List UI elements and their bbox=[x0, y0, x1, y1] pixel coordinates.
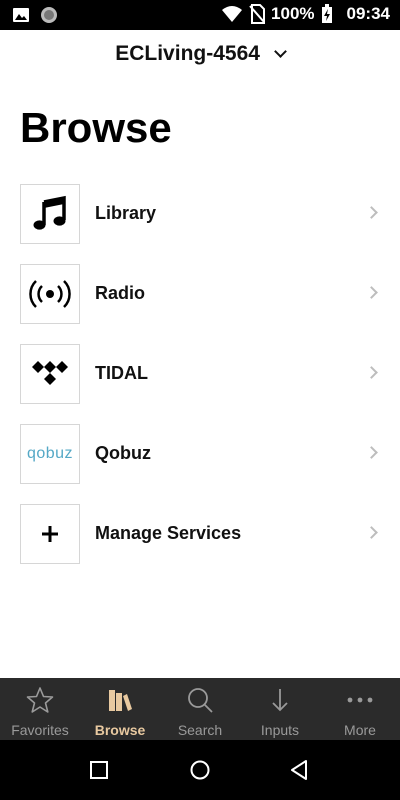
chevron-right-icon bbox=[365, 446, 378, 459]
search-icon bbox=[188, 688, 213, 713]
list-item-radio[interactable]: Radio bbox=[0, 264, 400, 324]
chevron-right-icon bbox=[365, 286, 378, 299]
tidal-logo-icon bbox=[32, 361, 68, 385]
radio-tile bbox=[20, 264, 80, 324]
tab-more[interactable]: More bbox=[320, 678, 400, 740]
books-icon bbox=[109, 690, 132, 711]
plus-icon bbox=[42, 526, 58, 542]
circle-notification-icon bbox=[41, 7, 57, 23]
recents-button[interactable] bbox=[87, 758, 111, 782]
tab-search[interactable]: Search bbox=[160, 678, 240, 740]
status-bar: 100% 09:34 bbox=[0, 0, 400, 30]
battery-charging-icon bbox=[321, 4, 332, 23]
more-dots-icon bbox=[347, 697, 373, 703]
radio-broadcast-icon bbox=[29, 280, 71, 308]
list-item-qobuz[interactable]: qobuz Qobuz bbox=[0, 424, 400, 484]
music-note-icon bbox=[33, 195, 66, 230]
library-tile bbox=[20, 184, 80, 244]
list-item-label: Qobuz bbox=[95, 443, 151, 463]
system-nav-bar bbox=[0, 740, 400, 800]
home-button[interactable] bbox=[188, 758, 212, 782]
list-item-label: TIDAL bbox=[95, 363, 148, 383]
manage-services-tile bbox=[20, 504, 80, 564]
wifi-icon bbox=[222, 6, 243, 22]
image-notification-icon bbox=[13, 8, 29, 22]
chevron-down-icon bbox=[273, 45, 287, 58]
back-button[interactable] bbox=[288, 758, 312, 782]
clock: 09:34 bbox=[346, 4, 390, 23]
tab-label: Inputs bbox=[260, 722, 300, 738]
arrow-down-icon bbox=[272, 689, 288, 712]
tab-label: More bbox=[344, 722, 376, 738]
list-item-label: Radio bbox=[95, 283, 146, 303]
list-item-label: Manage Services bbox=[95, 523, 242, 543]
device-selector[interactable]: ECLiving-4564 bbox=[0, 42, 400, 66]
no-sim-icon bbox=[249, 4, 266, 24]
list-item-manage-services[interactable]: Manage Services bbox=[0, 504, 400, 564]
star-icon bbox=[26, 687, 54, 713]
tab-favorites[interactable]: Favorites bbox=[0, 678, 80, 740]
list-item-library[interactable]: Library bbox=[0, 184, 400, 244]
list-item-tidal[interactable]: TIDAL bbox=[0, 344, 400, 404]
chevron-right-icon bbox=[365, 526, 378, 539]
qobuz-logo: qobuz bbox=[26, 445, 74, 462]
page-title: Browse bbox=[20, 104, 172, 151]
chevron-right-icon bbox=[365, 366, 378, 379]
tab-label: Browse bbox=[94, 722, 146, 738]
bottom-nav: Favorites Browse Search Inputs More bbox=[0, 678, 400, 740]
qobuz-tile: qobuz bbox=[20, 424, 80, 484]
list-item-label: Library bbox=[95, 203, 157, 223]
tab-label: Favorites bbox=[11, 722, 69, 738]
tab-browse[interactable]: Browse bbox=[80, 678, 160, 740]
device-name: ECLiving-4564 bbox=[115, 42, 260, 65]
tab-label: Search bbox=[177, 722, 223, 738]
chevron-right-icon bbox=[365, 206, 378, 219]
tab-inputs[interactable]: Inputs bbox=[240, 678, 320, 740]
battery-percent: 100% bbox=[271, 4, 315, 23]
tidal-tile bbox=[20, 344, 80, 404]
